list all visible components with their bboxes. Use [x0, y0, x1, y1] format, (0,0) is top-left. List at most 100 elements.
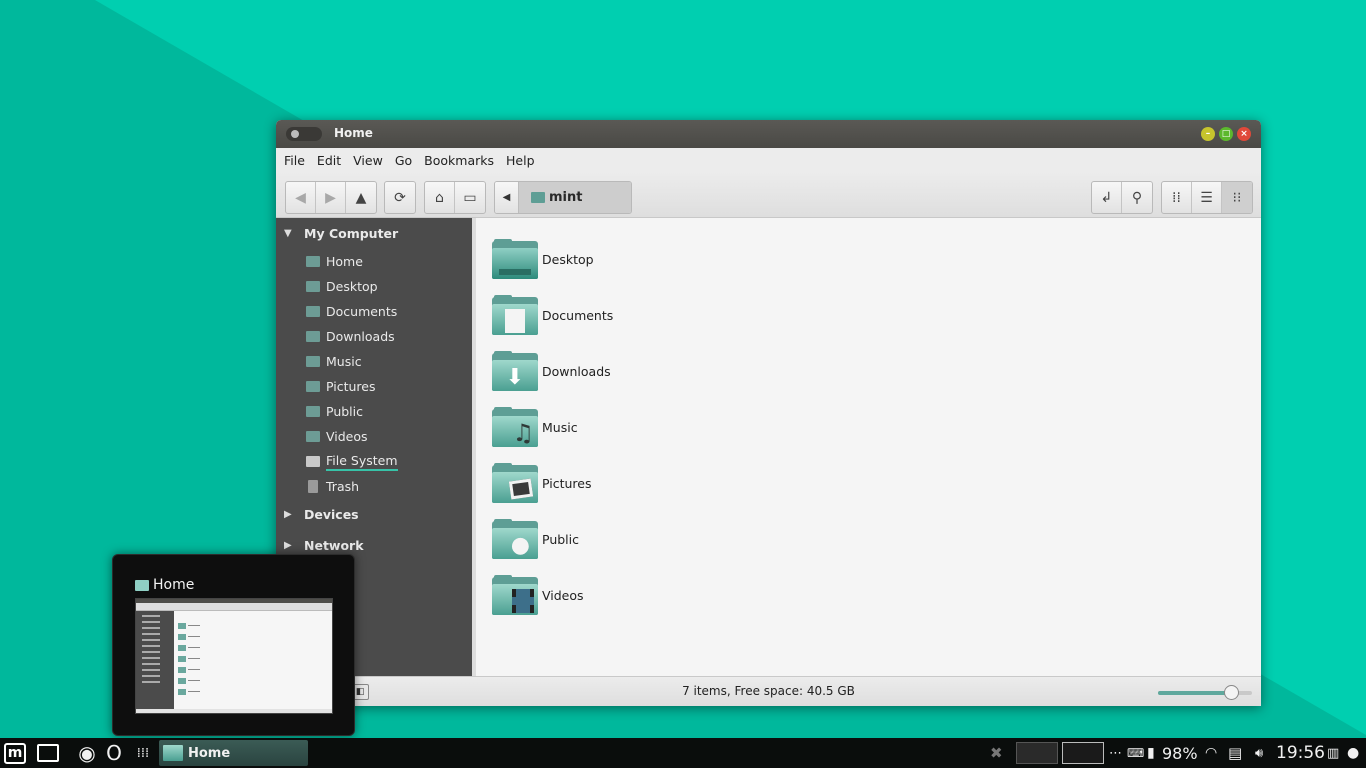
menu-view[interactable]: View [353, 153, 383, 168]
desktop-folder-icon [492, 239, 538, 279]
back-button[interactable]: ◀ [286, 182, 316, 213]
file-item-documents[interactable]: Documents [492, 294, 613, 336]
file-item-public[interactable]: ● Public [492, 518, 579, 560]
window-preview-title: Home [135, 577, 194, 593]
sidebar-item-documents[interactable]: Documents [276, 299, 472, 324]
pathbar-back-button[interactable]: ◀ [495, 182, 519, 213]
clock[interactable]: 19:56 [1276, 738, 1325, 768]
zoom-slider-fill [1158, 691, 1232, 695]
forward-button[interactable]: ▶ [316, 182, 346, 213]
sidebar-item-downloads[interactable]: Downloads [276, 324, 472, 349]
wifi-icon[interactable]: ◠ [1205, 738, 1221, 768]
chevron-down-icon: ▼ [284, 228, 292, 239]
sidebar-item-label: Trash [326, 479, 360, 494]
home-button[interactable]: ⌂ [425, 182, 455, 213]
pathbar: ◀ mint [494, 181, 632, 214]
maximize-button[interactable]: □ [1219, 127, 1233, 141]
minimize-button[interactable]: – [1201, 127, 1215, 141]
icon-view-button[interactable]: ⁞⁞ [1162, 182, 1192, 213]
sidebar-item-label: Pictures [326, 379, 376, 394]
show-desktop-button[interactable] [34, 738, 62, 768]
opera-launcher[interactable]: O [102, 738, 126, 768]
menu-help[interactable]: Help [506, 153, 535, 168]
sidebar-item-label: Desktop [326, 279, 378, 294]
toggle-location-entry-button[interactable]: ↲ [1092, 182, 1122, 213]
radio-icon[interactable]: ▤ [1228, 738, 1252, 768]
window-menu-button[interactable] [286, 127, 322, 141]
sidebar-item-videos[interactable]: Videos [276, 424, 472, 449]
list-view-button[interactable]: ☰ [1192, 182, 1222, 213]
app-grid-launcher[interactable]: ⁞⁞⁞ [132, 738, 154, 768]
sidebar-item-pictures[interactable]: Pictures [276, 374, 472, 399]
sidebar-item-public[interactable]: Public [276, 399, 472, 424]
window-titlebar[interactable]: Home – □ × [276, 120, 1261, 148]
file-item-label: Downloads [542, 363, 611, 379]
volume-icon[interactable]: 🔊︎ [1255, 738, 1271, 768]
sidebar-item-trash[interactable]: Trash [276, 474, 472, 499]
pathbar-crumb[interactable]: mint [519, 182, 631, 213]
close-button[interactable]: × [1237, 127, 1251, 141]
music-folder-icon [306, 356, 320, 367]
drive-icon [306, 456, 320, 467]
file-item-music[interactable]: ♫ Music [492, 406, 578, 448]
firefox-launcher[interactable]: ◉ [74, 738, 100, 768]
downloads-folder-icon: ⬇ [492, 351, 538, 391]
taskbar-window-label: Home [188, 745, 231, 761]
sidebar-section-label: Network [304, 538, 364, 553]
view-button-group: ⁞⁞ ☰ ⁝⁝ [1161, 181, 1253, 214]
menu-edit[interactable]: Edit [317, 153, 341, 168]
toolbar: ◀ ▶ ▲ ⟳ ⌂ ▭ ◀ mint ↲ ⚲ ⁞⁞ ☰ ⁝⁝ [276, 172, 1261, 218]
taskbar-window-home[interactable]: Home [159, 740, 308, 766]
taskbar: m ◉ O ⁞⁞⁞ Home ✖ ⋯ ⌨ ▮ 98% ◠ ▤ 🔊︎ 19:56 … [0, 738, 1366, 768]
arrow-left-icon: ◀ [295, 189, 306, 206]
menu-go[interactable]: Go [395, 153, 412, 168]
home-folder-icon [37, 744, 59, 762]
opera-icon: O [106, 741, 122, 765]
file-item-downloads[interactable]: ⬇ Downloads [492, 350, 611, 392]
sidebar-item-desktop[interactable]: Desktop [276, 274, 472, 299]
workspace-2[interactable] [1062, 742, 1104, 764]
sidebar-item-file-system[interactable]: File System [276, 449, 472, 474]
workspace-1[interactable] [1016, 742, 1058, 764]
compact-view-button[interactable]: ⁝⁝ [1222, 182, 1252, 213]
file-item-label: Public [542, 531, 579, 547]
location-entry-icon: ↲ [1100, 189, 1113, 206]
sidebar-item-label: File System [326, 453, 398, 471]
menu-bookmarks[interactable]: Bookmarks [424, 153, 494, 168]
up-button[interactable]: ▲ [346, 182, 376, 213]
keyboard-icon[interactable]: ⌨ [1127, 738, 1145, 768]
file-item-desktop[interactable]: Desktop [492, 238, 594, 280]
trash-icon[interactable]: ▥ [1327, 738, 1343, 768]
file-item-pictures[interactable]: Pictures [492, 462, 592, 504]
status-text: 7 items, Free space: 40.5 GB [682, 684, 855, 698]
notifications-icon[interactable]: ✖ [990, 738, 1010, 768]
sidebar-item-home[interactable]: Home [276, 249, 472, 274]
arrow-right-icon: ▶ [325, 189, 336, 206]
computer-button[interactable]: ▭ [455, 182, 485, 213]
sidebar-item-label: Downloads [326, 329, 395, 344]
window-preview-popup[interactable]: Home [112, 554, 355, 736]
mint-menu-button[interactable]: m [2, 738, 28, 768]
more-icon[interactable]: ⋯ [1109, 738, 1123, 768]
public-folder-icon: ● [492, 519, 538, 559]
compact-list-icon: ⁝⁝ [1232, 189, 1242, 206]
file-item-videos[interactable]: Videos [492, 574, 584, 616]
sidebar-item-label: Documents [326, 304, 398, 319]
search-icon: ⚲ [1131, 189, 1143, 206]
sidebar-item-music[interactable]: Music [276, 349, 472, 374]
search-button[interactable]: ⚲ [1122, 182, 1152, 213]
music-folder-icon: ♫ [492, 407, 538, 447]
reload-button[interactable]: ⟳ [385, 182, 415, 213]
sidebar-section-my-computer[interactable]: ▼ My Computer [276, 218, 472, 249]
trash-icon [308, 480, 318, 493]
menu-file[interactable]: File [284, 153, 305, 168]
file-item-label: Videos [542, 587, 584, 603]
location-button-group: ⌂ ▭ [424, 181, 486, 214]
battery-icon[interactable]: ▮ [1147, 738, 1161, 768]
statusbar: ◧ 7 items, Free space: 40.5 GB [276, 676, 1261, 706]
reload-button-group: ⟳ [384, 181, 416, 214]
sidebar-section-devices[interactable]: ▶ Devices [276, 499, 472, 530]
user-icon[interactable]: ● [1347, 738, 1363, 768]
zoom-slider[interactable] [1158, 685, 1252, 700]
desktop-folder-icon [306, 281, 320, 292]
